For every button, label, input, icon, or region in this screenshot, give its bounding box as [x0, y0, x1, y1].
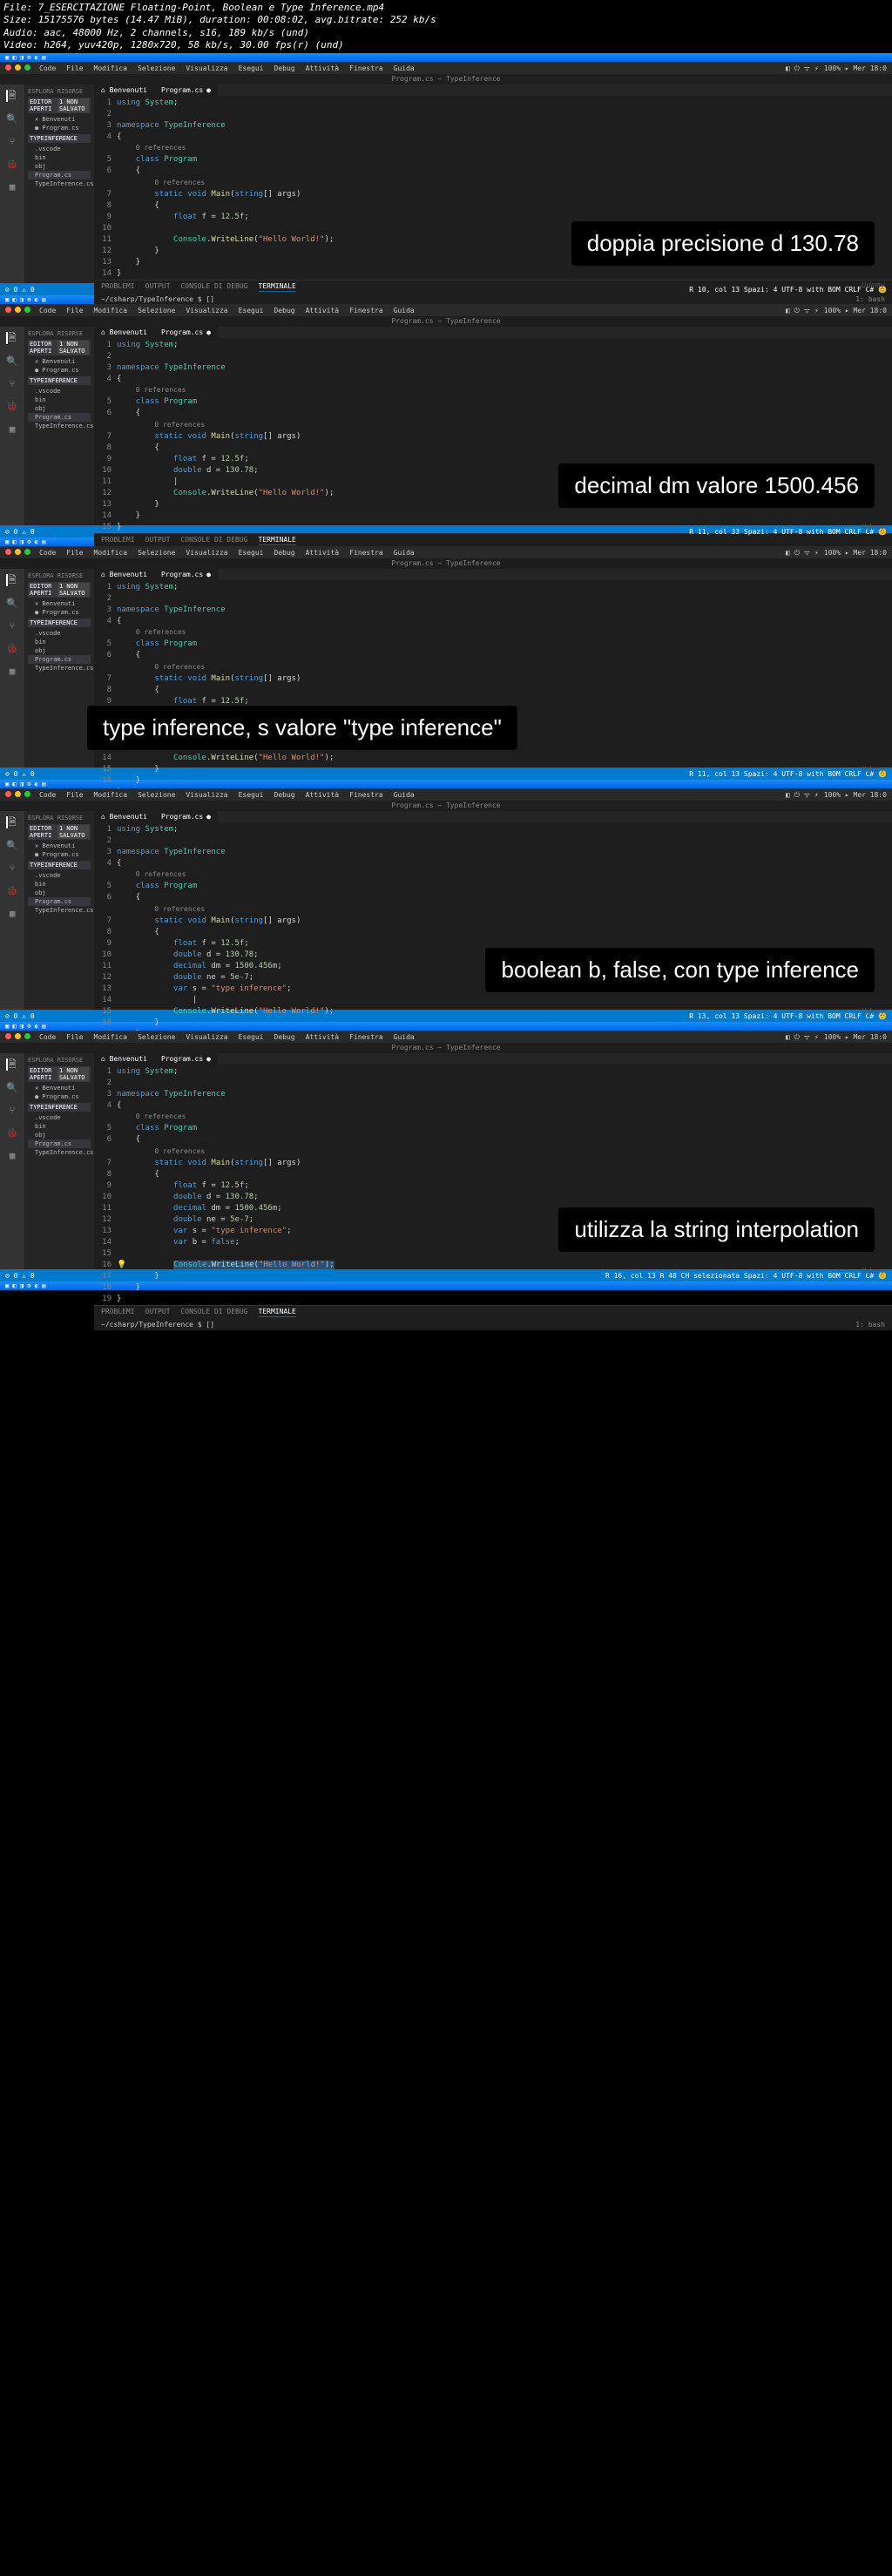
caption-overlay: decimal dm valore 1500.456 — [558, 463, 875, 508]
traffic-yellow-icon[interactable] — [15, 64, 21, 71]
traffic-red-icon[interactable] — [5, 307, 11, 313]
fileinfo-video: Video: h264, yuv420p, 1280x720, 58 kb/s,… — [3, 39, 889, 51]
status-cursor[interactable]: R 10, col 13 Spazi: 4 UTF-8 with BOM CRL… — [689, 286, 887, 294]
tab-welcome[interactable]: ⌂ Benvenuti — [94, 85, 154, 96]
extensions-icon[interactable]: ▦ — [6, 180, 18, 193]
git-icon[interactable]: ⑂ — [6, 377, 18, 389]
menu-help[interactable]: Guida — [394, 64, 415, 72]
screenshot-5: Code FileModificaSelezioneVisualizzaEseg… — [0, 1031, 892, 1290]
screenshot-3: Code FileModificaSelezioneVisualizzaEseg… — [0, 546, 892, 788]
explorer-icon[interactable]: 🗎 — [6, 332, 18, 344]
caption-overlay: utilizza la string interpolation — [558, 1207, 875, 1252]
terminal-cursor[interactable]: [] — [206, 295, 214, 303]
panel-tab-output[interactable]: OUTPUT — [145, 282, 171, 292]
fileinfo-size: Size: 15175576 bytes (14.47 MiB), durati… — [3, 14, 889, 26]
search-icon[interactable]: 🔍 — [6, 112, 18, 125]
screenshot-1: ▣ ◧ ◨ ⚙ ◐ ▤ Code File Modifica Selezione… — [0, 53, 892, 304]
traffic-green-icon[interactable] — [24, 307, 30, 313]
modified-icon: ● — [206, 86, 211, 94]
traffic-yellow-icon[interactable] — [15, 307, 21, 313]
open-editor-item[interactable]: ● Program.cs — [28, 124, 91, 132]
open-editors-section[interactable]: EDITOR APERTI1 NON SALVATO — [28, 98, 91, 113]
explorer-panel: ESPLORA RISORSE EDITOR APERTI1 NON SALVA… — [24, 327, 94, 525]
watermark: Udemy — [862, 281, 885, 290]
panel-tab-debug[interactable]: CONSOLE DI DEBUG — [180, 282, 247, 292]
explorer-icon[interactable]: 🗎 — [6, 90, 18, 102]
terminal-shell[interactable]: 1: bash — [855, 295, 885, 303]
menu-file[interactable]: File — [66, 64, 83, 72]
terminal-prompt: ~/csharp/TypeInference $ — [101, 295, 206, 303]
window-title: Program.cs — TypeInference — [0, 316, 892, 327]
project-section[interactable]: TYPEINFERENCE — [28, 134, 91, 143]
fileinfo-audio: Audio: aac, 48000 Hz, 2 channels, s16, 1… — [3, 27, 889, 39]
menu-edit[interactable]: Modifica — [94, 64, 128, 72]
menu-activity[interactable]: Attività — [306, 64, 340, 72]
activity-bar: 🗎 🔍 ⑂ 🐞 ▦ — [0, 85, 24, 283]
extensions-icon[interactable]: ▦ — [6, 423, 18, 435]
welcome-tab[interactable]: ✕ Benvenuti — [28, 115, 91, 124]
window-title: Program.cs — TypeInference — [0, 74, 892, 85]
mac-menubar[interactable]: Code FileModificaSelezioneVisualizzaEseg… — [0, 304, 892, 316]
caption-overlay: boolean b, false, con type inference — [485, 948, 875, 992]
git-icon[interactable]: ⑂ — [6, 135, 18, 147]
traffic-green-icon[interactable] — [24, 64, 30, 71]
traffic-red-icon[interactable] — [5, 64, 11, 71]
windows-taskbar[interactable]: ▣ ◧ ◨ ⚙ ◐ ▤ — [0, 53, 892, 62]
folder-bin[interactable]: bin — [28, 153, 91, 162]
media-fileinfo: File: 7_ESERCITAZIONE Floating-Point, Bo… — [0, 0, 892, 53]
menu-view[interactable]: Visualizza — [186, 64, 227, 72]
folder-vscode[interactable]: .vscode — [28, 145, 91, 153]
debug-icon[interactable]: 🐞 — [6, 158, 18, 170]
debug-icon[interactable]: 🐞 — [6, 400, 18, 412]
fileinfo-file: File: 7_ESERCITAZIONE Floating-Point, Bo… — [3, 2, 889, 14]
status-errors[interactable]: ⊘ 0 ⚠ 0 — [5, 286, 35, 294]
file-program[interactable]: Program.cs — [28, 171, 91, 179]
menu-window[interactable]: Finestra — [349, 64, 383, 72]
mac-status-icons: ◧ ⏻ ᯤ ⚡ 100% ▸ Mer 18:0 — [786, 64, 887, 73]
folder-obj[interactable]: obj — [28, 162, 91, 171]
caption-overlay: doppia precisione d 130.78 — [571, 221, 875, 266]
screenshot-2: Code FileModificaSelezioneVisualizzaEseg… — [0, 304, 892, 546]
caption-overlay: type inference, s valore "type inference… — [87, 706, 517, 750]
menu-debug[interactable]: Debug — [274, 64, 295, 72]
mac-menubar[interactable]: Code File Modifica Selezione Visualizza … — [0, 62, 892, 74]
panel-tab-problems[interactable]: PROBLEMI — [101, 282, 135, 292]
line-gutter: 1234567891011121314 — [94, 98, 117, 280]
screenshot-4: Code FileModificaSelezioneVisualizzaEseg… — [0, 788, 892, 1031]
tab-program[interactable]: Program.cs ● — [154, 85, 218, 96]
file-csproj[interactable]: TypeInference.csproj — [28, 179, 91, 188]
search-icon[interactable]: 🔍 — [6, 355, 18, 367]
menu-run[interactable]: Esegui — [239, 64, 264, 72]
explorer-panel: ESPLORA RISORSE EDITOR APERTI1 NON SALVA… — [24, 85, 94, 283]
explorer-header: ESPLORA RISORSE — [28, 88, 91, 95]
app-name: Code — [39, 64, 56, 72]
menu-selection[interactable]: Selezione — [138, 64, 175, 72]
panel-tab-terminal[interactable]: TERMINALE — [259, 282, 296, 292]
activity-bar: 🗎 🔍 ⑂ 🐞 ▦ — [0, 327, 24, 525]
